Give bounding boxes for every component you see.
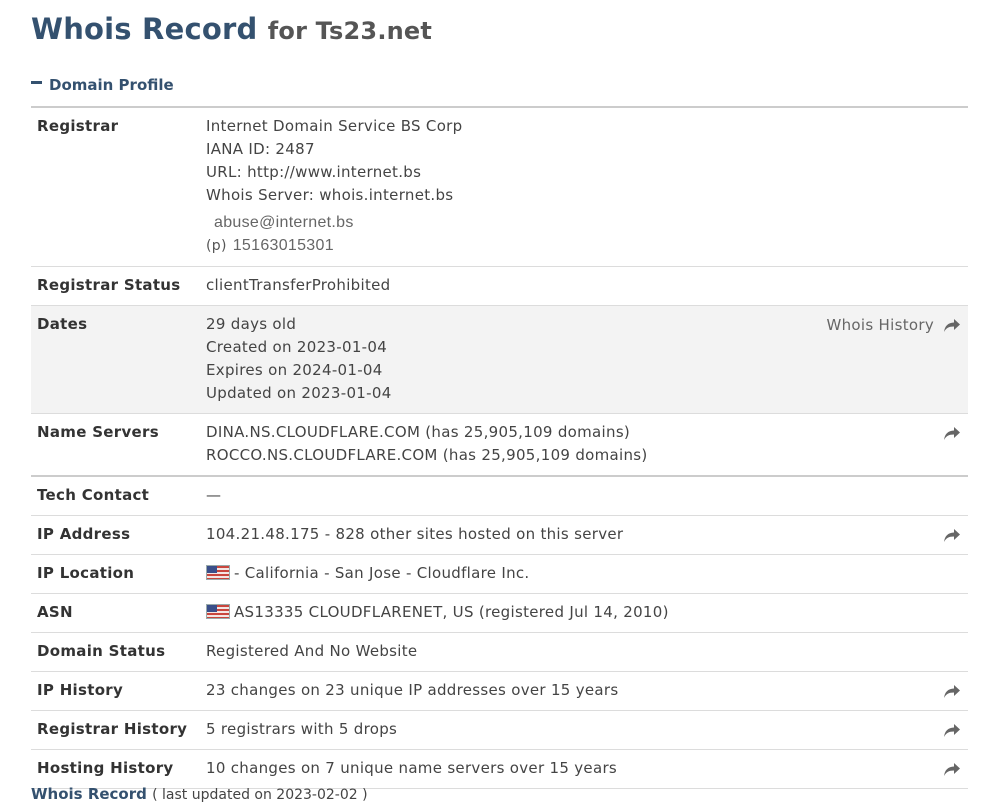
share-arrow-icon	[944, 723, 960, 737]
hosting-history-label: Hosting History	[31, 749, 200, 789]
domain-status-value: Registered And No Website	[200, 632, 968, 672]
domain-status-label: Domain Status	[31, 632, 200, 672]
row-ip-address: IP Address 104.21.48.175 - 828 other sit…	[31, 515, 968, 555]
share-arrow-icon	[944, 318, 960, 332]
name-servers-link[interactable]	[944, 422, 960, 445]
collapse-icon	[31, 81, 42, 84]
ip-history-link[interactable]	[944, 680, 960, 703]
updated-date: Updated on 2023-01-04	[206, 384, 392, 402]
row-ip-history: IP History 23 changes on 23 unique IP ad…	[31, 671, 968, 711]
row-tech-contact: Tech Contact —	[31, 475, 968, 516]
us-flag-icon	[206, 604, 230, 619]
tech-contact-label: Tech Contact	[31, 475, 200, 516]
row-name-servers: Name Servers DINA.NS.CLOUDFLARE.COM (has…	[31, 413, 968, 476]
ip-history-value: 23 changes on 23 unique IP addresses ove…	[206, 681, 619, 699]
created-date: Created on 2023-01-04	[206, 338, 388, 356]
ip-address-link[interactable]	[944, 524, 960, 547]
registrar-name: Internet Domain Service BS Corp	[206, 117, 463, 135]
registrar-status-value: clientTransferProhibited	[200, 266, 968, 306]
registrar-status-label: Registrar Status	[31, 266, 200, 306]
registrar-whois-server: Whois Server: whois.internet.bs	[206, 186, 454, 204]
registrar-url: URL: http://www.internet.bs	[206, 163, 422, 181]
domain-profile-toggle[interactable]: Domain Profile	[31, 76, 174, 94]
whois-history-link[interactable]: Whois History	[826, 314, 960, 337]
hosting-history-link[interactable]	[944, 758, 960, 781]
ip-location-label: IP Location	[31, 554, 200, 594]
whois-history-label: Whois History	[826, 316, 934, 334]
asn-label: ASN	[31, 593, 200, 633]
registrar-label: Registrar	[31, 106, 200, 267]
row-dates: Dates 29 days old Created on 2023-01-04 …	[31, 305, 968, 414]
registrar-phone: 15163015301	[232, 237, 334, 254]
row-hosting-history: Hosting History 10 changes on 7 unique n…	[31, 749, 968, 789]
whois-record-link[interactable]: Whois Record ( last updated on 2023-02-0…	[31, 785, 368, 803]
registrar-history-value: 5 registrars with 5 drops	[206, 720, 398, 738]
hosting-history-value: 10 changes on 7 unique name servers over…	[206, 759, 618, 777]
ip-location-value: - California - San Jose - Cloudflare Inc…	[234, 564, 530, 582]
whois-record-label: Whois Record	[31, 785, 147, 803]
registrar-email: abuse@internet.bs	[214, 214, 354, 231]
row-registrar-history: Registrar History 5 registrars with 5 dr…	[31, 710, 968, 750]
name-servers-label: Name Servers	[31, 413, 200, 476]
name-server-1: DINA.NS.CLOUDFLARE.COM (has 25,905,109 d…	[206, 423, 631, 441]
domain-profile-label: Domain Profile	[49, 76, 174, 94]
registrar-history-label: Registrar History	[31, 710, 200, 750]
share-arrow-icon	[944, 426, 960, 440]
row-domain-status: Domain Status Registered And No Website	[31, 632, 968, 672]
share-arrow-icon	[944, 528, 960, 542]
domain-profile-table: Registrar Internet Domain Service BS Cor…	[31, 106, 968, 789]
share-arrow-icon	[944, 684, 960, 698]
row-registrar-status: Registrar Status clientTransferProhibite…	[31, 266, 968, 306]
row-registrar: Registrar Internet Domain Service BS Cor…	[31, 106, 968, 267]
us-flag-icon	[206, 565, 230, 580]
expires-date: Expires on 2024-01-04	[206, 361, 383, 379]
name-server-2: ROCCO.NS.CLOUDFLARE.COM (has 25,905,109 …	[206, 446, 648, 464]
ip-address-label: IP Address	[31, 515, 200, 555]
row-ip-location: IP Location - California - San Jose - Cl…	[31, 554, 968, 594]
registrar-phone-line: (p) 15163015301	[206, 234, 962, 258]
ip-history-label: IP History	[31, 671, 200, 711]
last-updated-note: ( last updated on 2023-02-02 )	[152, 787, 368, 803]
tech-contact-value: —	[200, 475, 968, 516]
ip-address-value: 104.21.48.175 - 828 other sites hosted o…	[206, 525, 624, 543]
registrar-history-link[interactable]	[944, 719, 960, 742]
share-arrow-icon	[944, 762, 960, 776]
page-title: Whois Record for Ts23.net	[31, 12, 432, 46]
dates-label: Dates	[31, 305, 200, 414]
page-title-main: Whois Record	[31, 12, 258, 46]
asn-value: AS13335 CLOUDFLARENET, US (registered Ju…	[234, 603, 669, 621]
page-title-domain: for Ts23.net	[267, 17, 433, 45]
phone-prefix: (p)	[206, 238, 227, 254]
row-asn: ASN AS13335 CLOUDFLARENET, US (registere…	[31, 593, 968, 633]
registrar-iana: IANA ID: 2487	[206, 140, 315, 158]
